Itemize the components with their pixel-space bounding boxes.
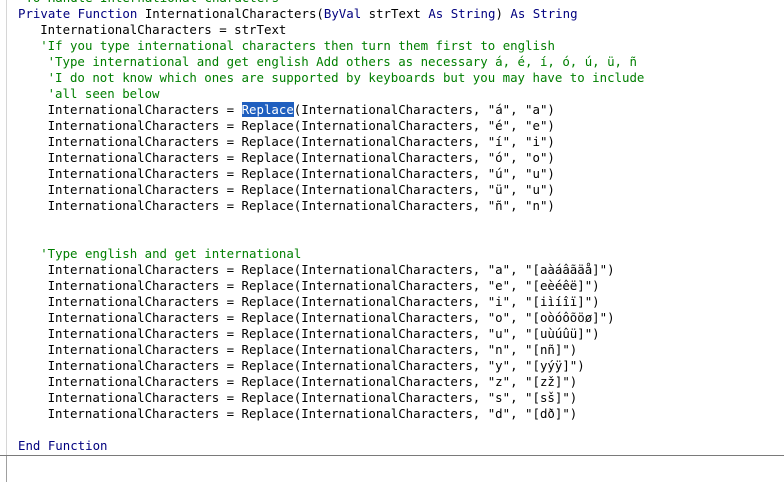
code-token: InternationalCharacters = Replace(Intern… [47,134,555,149]
selected-token: Replace [241,102,294,117]
code-line[interactable]: InternationalCharacters = Replace(Intern… [48,198,555,214]
code-line[interactable]: InternationalCharacters = Replace(Intern… [48,294,600,310]
code-line[interactable]: InternationalCharacters = Replace(Intern… [48,406,578,422]
code-line[interactable]: 'I do not know which ones are supported … [48,70,645,86]
code-line[interactable]: InternationalCharacters = Replace(Intern… [48,150,555,166]
code-line[interactable]: InternationalCharacters = Replace(Intern… [48,182,555,198]
code-line[interactable]: InternationalCharacters = Replace(Intern… [48,262,615,278]
comment-token: 'I do not know which ones are supported … [47,70,645,85]
code-line[interactable]: InternationalCharacters = strText [40,22,286,38]
editor-margin[interactable] [0,0,7,455]
code-token: InternationalCharacters = Replace(Intern… [47,150,555,165]
lower-pane-margin-line [6,456,7,482]
code-token: InternationalCharacters = Replace(Intern… [47,406,578,421]
code-line[interactable]: InternationalCharacters = Replace(Intern… [48,278,600,294]
code-line[interactable]: InternationalCharacters = Replace(Intern… [48,326,600,342]
keyword-token: End Function [18,438,108,453]
code-line[interactable]: InternationalCharacters = Replace(Intern… [48,166,555,182]
code-token: (InternationalCharacters, "á", "a") [293,102,555,117]
code-line[interactable]: InternationalCharacters = Replace(Intern… [48,118,555,134]
code-line[interactable]: 'Type international and get english Add … [48,54,637,70]
keyword-token: Private Function [18,6,145,21]
code-line[interactable]: End Function [18,438,108,454]
code-token: InternationalCharacters = Replace(Intern… [47,182,555,197]
comment-token: 'To Handle International Characters [18,0,279,5]
code-token: InternationalCharacters = Replace(Intern… [47,374,578,389]
comment-token: 'If you type international characters th… [40,38,555,53]
code-line[interactable]: InternationalCharacters = Replace(Intern… [48,374,578,390]
keyword-token: As String [510,6,578,21]
keyword-token: ByVal [323,6,369,21]
code-token: InternationalCharacters = Replace(Intern… [47,342,578,357]
code-line[interactable]: InternationalCharacters = Replace(Intern… [48,102,555,118]
code-token: InternationalCharacters = Replace(Intern… [47,358,585,373]
code-line[interactable]: 'all seen below [48,86,160,102]
code-token: ) [495,6,511,21]
code-line[interactable]: 'If you type international characters th… [40,38,555,54]
comment-token: 'Type international and get english Add … [47,54,637,69]
code-token: InternationalCharacters = Replace(Intern… [47,326,600,341]
code-line[interactable]: InternationalCharacters = Replace(Intern… [48,134,555,150]
code-token: InternationalCharacters = Replace(Intern… [47,262,615,277]
code-token: InternationalCharacters = [47,102,242,117]
code-line[interactable]: InternationalCharacters = Replace(Intern… [48,358,585,374]
code-line[interactable]: InternationalCharacters = Replace(Intern… [48,390,578,406]
code-token: InternationalCharacters = Replace(Intern… [47,310,615,325]
code-token: InternationalCharacters = Replace(Intern… [47,166,555,181]
code-token: InternationalCharacters = strText [40,22,287,37]
code-line[interactable]: InternationalCharacters = Replace(Intern… [48,310,615,326]
code-line[interactable]: Private Function InternationalCharacters… [18,6,578,22]
code-token: InternationalCharacters = Replace(Intern… [47,118,555,133]
code-token: strText [368,6,429,21]
lower-pane [0,456,784,482]
code-editor[interactable]: 'To Handle International CharactersPriva… [0,0,784,455]
comment-token: 'Type english and get international [40,246,302,261]
code-line[interactable]: 'Type english and get international [40,246,301,262]
code-token: InternationalCharacters( [144,6,324,21]
code-token: InternationalCharacters = Replace(Intern… [47,278,600,293]
code-token: InternationalCharacters = Replace(Intern… [47,198,555,213]
code-token: InternationalCharacters = Replace(Intern… [47,294,600,309]
code-token: InternationalCharacters = Replace(Intern… [47,390,578,405]
code-line[interactable]: InternationalCharacters = Replace(Intern… [48,342,578,358]
keyword-token: As String [428,6,496,21]
comment-token: 'all seen below [47,86,160,101]
